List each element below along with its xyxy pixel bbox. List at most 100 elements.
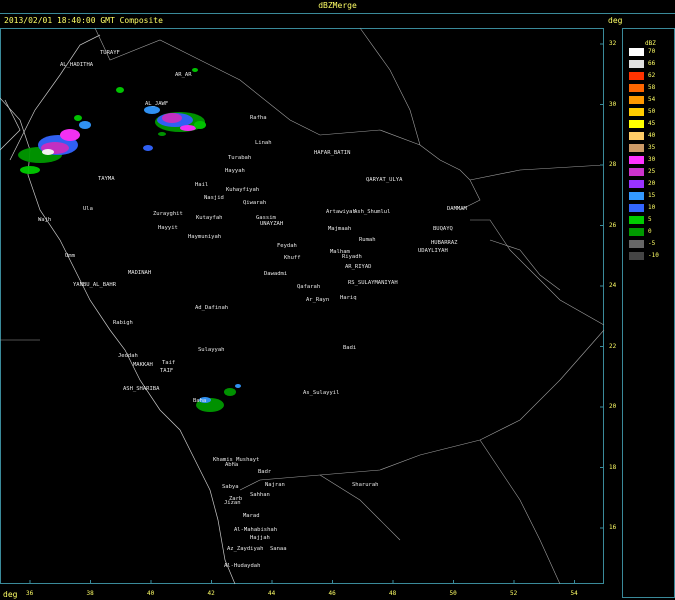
- city-label: BUQAYQ: [433, 226, 453, 232]
- city-label: UNAYZAH: [260, 221, 284, 227]
- legend-swatch: [629, 108, 644, 116]
- city-label: Wajh: [38, 217, 52, 223]
- city-label: Nasjid: [204, 195, 224, 201]
- city-label: Riyadh: [342, 254, 362, 260]
- city-label: TAYMA: [98, 176, 115, 182]
- city-label: Ad_Dafinah: [195, 305, 229, 311]
- legend-swatch: [629, 192, 644, 200]
- longitude-tick-label: 40: [147, 590, 155, 597]
- legend-value: 58: [648, 84, 656, 91]
- legend-swatch: [629, 228, 644, 236]
- longitude-tick-label: 48: [389, 590, 397, 597]
- latitude-tick-label: 30: [609, 100, 617, 108]
- latitude-tick-label: 24: [609, 282, 617, 289]
- latitude-tick-label: 18: [609, 463, 617, 471]
- city-label: Hajjah: [250, 535, 270, 541]
- city-label: Taif: [162, 360, 176, 366]
- map-canvas: [0, 27, 605, 585]
- city-label: Kutayfah: [196, 215, 223, 221]
- city-label: UDAYLIYAH: [418, 248, 448, 254]
- longitude-tick-label: 42: [207, 590, 215, 597]
- legend-swatch: [629, 48, 644, 56]
- city-label: Artawiyah: [326, 209, 356, 215]
- city-label: Sanaa: [270, 546, 287, 552]
- longitude-tick-label: 54: [570, 590, 578, 597]
- city-label: Qiwarah: [243, 200, 267, 206]
- city-label: Ash_Shumlul: [354, 209, 391, 215]
- city-label: HAFAR_BATIN: [314, 150, 351, 156]
- city-label: AR_RIYAD: [345, 264, 372, 270]
- longitude-ticks: [29, 580, 575, 584]
- longitude-tick-label: 38: [86, 590, 94, 597]
- city-label: Al-Mahabishah: [234, 527, 278, 533]
- city-label: Rumah: [359, 237, 376, 243]
- city-label: Abha: [225, 462, 239, 468]
- legend-swatch: [629, 120, 644, 128]
- city-label: AL_JAWF: [145, 101, 169, 107]
- city-label: Kuhayfiyah: [226, 187, 260, 193]
- legend-value: 62: [648, 72, 656, 79]
- legend-value: 15: [648, 192, 656, 199]
- legend-swatch: [629, 72, 644, 80]
- city-label: TAIF: [160, 368, 174, 374]
- city-label: Umm: [65, 253, 75, 259]
- latitude-tick-label: 28: [609, 161, 617, 168]
- legend-value: 30: [648, 156, 656, 163]
- city-label: Majmaah: [328, 226, 352, 232]
- city-label: Al-Hudaydah: [224, 563, 261, 569]
- latitude-tick-label: 16: [609, 524, 617, 531]
- legend-swatch: [629, 204, 644, 212]
- legend-value: 70: [648, 48, 656, 55]
- city-label: Hayyah: [225, 168, 245, 174]
- city-label: Turabah: [228, 155, 252, 161]
- latitude-tick-label: 22: [609, 342, 617, 350]
- legend-value: 10: [648, 204, 656, 211]
- city-label: RS_SULAYMANIYAH: [348, 280, 398, 286]
- legend-swatch: [629, 240, 644, 248]
- latitude-tick-label: 26: [609, 221, 617, 229]
- city-label: MAKKAH: [133, 362, 153, 368]
- city-label: Feydah: [277, 243, 297, 249]
- radar-echo-layer: [18, 68, 241, 412]
- legend-value: -5: [648, 240, 656, 247]
- city-label: Ar_Rayn: [306, 297, 330, 303]
- legend-value: 40: [648, 132, 656, 139]
- legend-value: 0: [648, 228, 652, 235]
- legend-swatch: [629, 180, 644, 188]
- legend-value: 66: [648, 60, 656, 67]
- city-label: As_Sulayyil: [303, 390, 340, 396]
- longitude-tick-label: 44: [268, 590, 276, 597]
- city-label: Badr: [258, 469, 272, 475]
- city-label: Sulayyah: [198, 347, 225, 353]
- city-label: HUBARRAZ: [431, 240, 458, 246]
- legend-swatch: [629, 132, 644, 140]
- city-label: Najran: [265, 482, 285, 488]
- city-label: Marad: [243, 513, 260, 519]
- city-label: Sabya: [222, 484, 239, 490]
- legend-swatch: [629, 216, 644, 224]
- legend-swatch: [629, 60, 644, 68]
- city-label: Sharurah: [352, 482, 379, 488]
- legend-swatch: [629, 84, 644, 92]
- city-label: Az_Zaydiyah: [227, 546, 264, 552]
- city-label: AR_AR: [175, 72, 192, 78]
- legend-value: 5: [648, 216, 652, 223]
- border-layer: [0, 27, 605, 585]
- city-label: Hayyit: [158, 225, 178, 231]
- city-label: Qafarah: [297, 284, 321, 290]
- city-label: Rafha: [250, 115, 267, 121]
- legend-value: 35: [648, 144, 656, 151]
- city-label: Badi: [343, 345, 357, 351]
- city-label: Linah: [255, 140, 272, 146]
- latitude-tick-label: 20: [609, 403, 617, 410]
- city-label: Haymuniyah: [188, 234, 222, 240]
- city-label: Jeddah: [118, 353, 138, 359]
- city-label: YANBU_AL_BAHR: [73, 282, 117, 288]
- city-label: AL_HADITHA: [60, 62, 94, 68]
- city-label: Hariq: [340, 295, 357, 301]
- legend-swatch: [629, 144, 644, 152]
- city-label: Sahhan: [250, 492, 270, 498]
- city-label: Zurayghit: [153, 211, 183, 217]
- longitude-tick-label: 52: [510, 590, 518, 597]
- city-label: ASH_SHARIBA: [123, 386, 160, 392]
